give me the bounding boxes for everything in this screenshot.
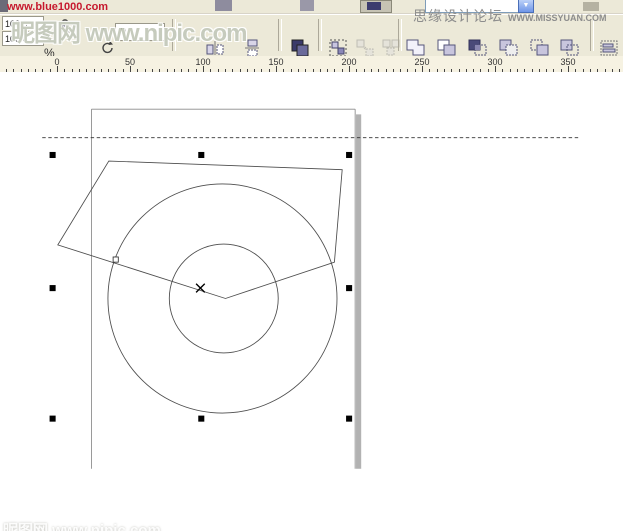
watermark-missyuan-url: WWW.MISSYUAN.COM [508, 13, 607, 23]
inner-circle-shape[interactable] [169, 244, 278, 353]
selection-handle[interactable] [346, 285, 352, 291]
page-shadow [356, 114, 361, 468]
notched-polygon-shape[interactable] [58, 161, 342, 298]
save-icon[interactable] [215, 0, 232, 11]
watermark-nipic-toolbar: 昵图网 www.nipic.com [11, 13, 246, 48]
ruler-tick-label: 100 [195, 57, 210, 67]
watermark-nipic-bottom: 昵图网 www.nipic.com [3, 519, 161, 531]
selection-handle[interactable] [346, 152, 352, 158]
ruler-tick-label: 150 [268, 57, 283, 67]
selection-center-marker[interactable] [196, 284, 205, 293]
selection-handle[interactable] [198, 152, 204, 158]
print-icon[interactable] [300, 0, 314, 11]
ruler-tick-label: 300 [487, 57, 502, 67]
watermark-missyuan-cn: 思缘设计论坛 [413, 6, 503, 26]
watermark-blue1000: www.blue1000.com [7, 1, 108, 13]
ruler-tick-label: 350 [560, 57, 575, 67]
ruler-tick-label: 250 [414, 57, 429, 67]
import-icon-inner [367, 2, 381, 10]
curve-node-marker[interactable] [113, 257, 118, 262]
horizontal-ruler[interactable]: 0 50 100 150 200 250 300 350 [0, 56, 623, 73]
ruler-tick-label: 0 [54, 57, 59, 67]
selection-handle[interactable] [50, 152, 56, 158]
selection-handle[interactable] [346, 416, 352, 422]
drawing-canvas[interactable] [0, 72, 623, 531]
selection-handle[interactable] [50, 285, 56, 291]
watermark-missyuan: 思缘设计论坛 WWW.MISSYUAN.COM [413, 6, 607, 26]
selection-handle[interactable] [198, 416, 204, 422]
ruler-tick-label: 200 [341, 57, 356, 67]
outer-circle-shape[interactable] [108, 184, 337, 413]
ruler-tick-label: 50 [125, 57, 135, 67]
selection-handle[interactable] [50, 416, 56, 422]
